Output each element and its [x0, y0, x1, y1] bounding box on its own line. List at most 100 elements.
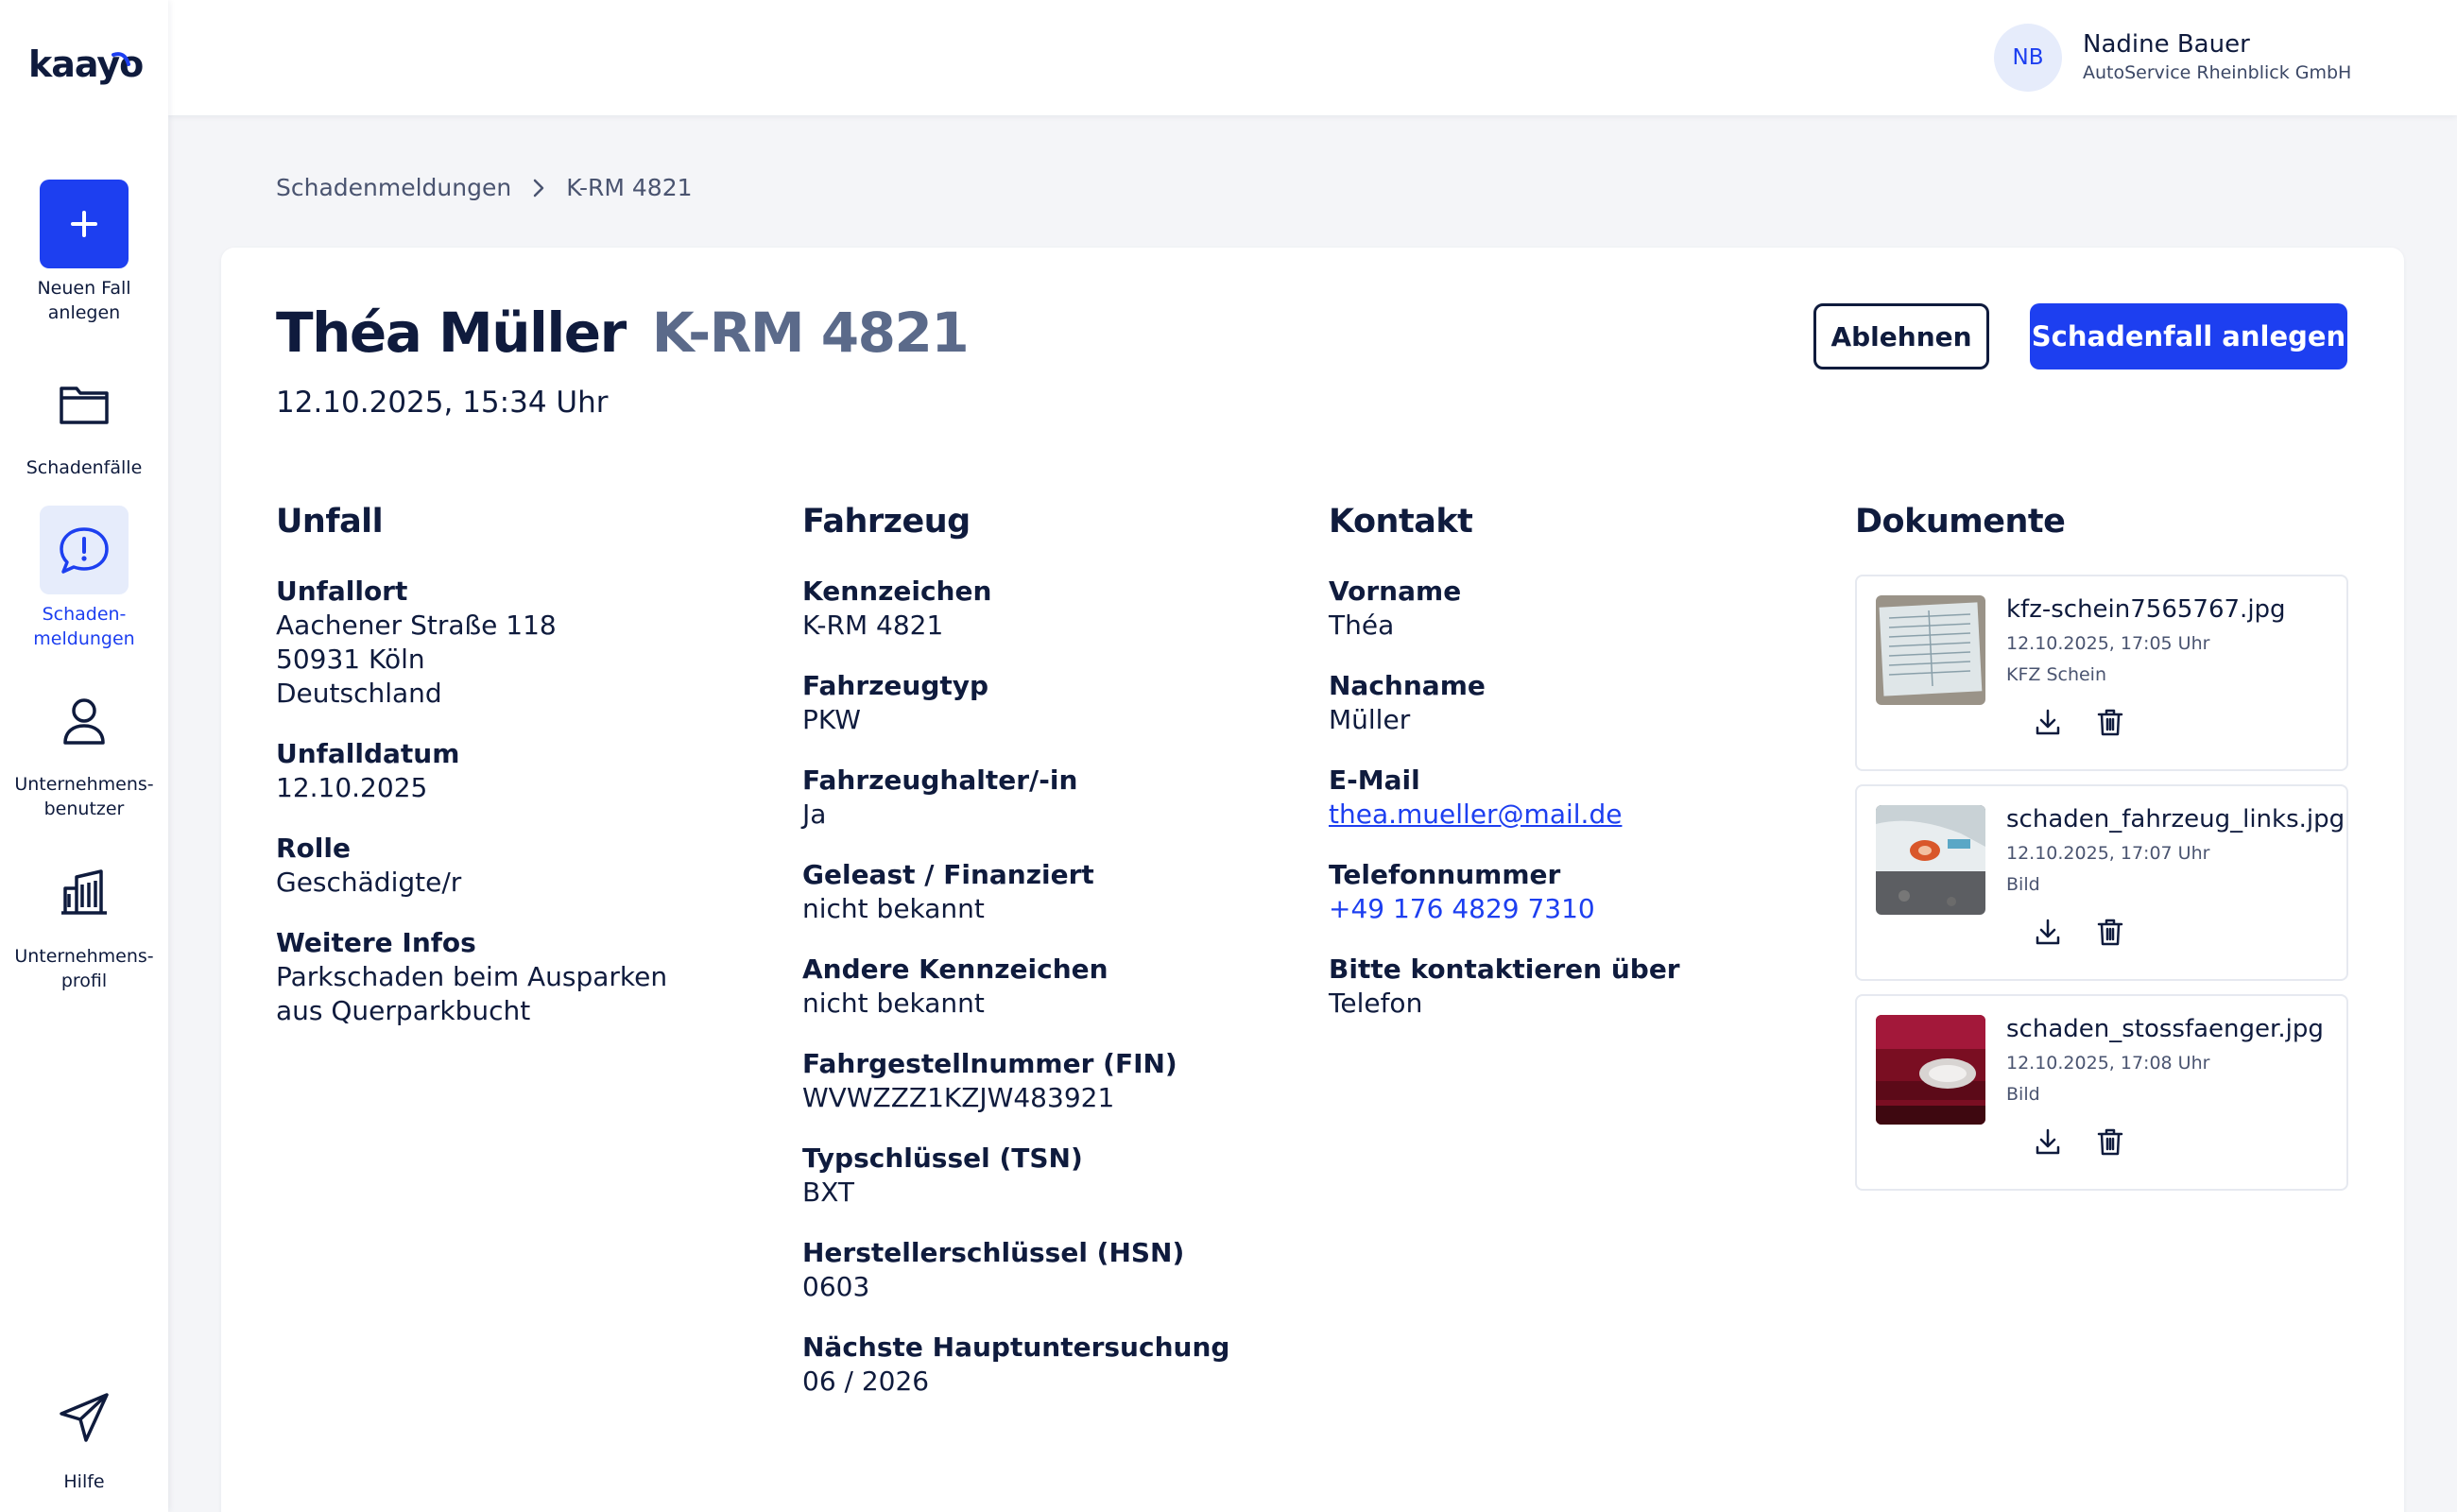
building-icon [61, 869, 107, 915]
document-date: 12.10.2025, 17:05 Uhr [2006, 633, 2210, 654]
document-item[interactable]: kfz-schein7565767.jpg 12.10.2025, 17:05 … [1855, 575, 2348, 771]
sidebar-item-schadenfaelle[interactable]: Schadenfälle [0, 359, 168, 480]
field-label: Fahrzeugtyp [802, 670, 989, 701]
field-andere-kennzeichen: Andere Kennzeichen nicht bekannt [802, 953, 1275, 1021]
sidebar-item-new-case[interactable]: Neuen Fall anlegen [0, 180, 168, 325]
user-name: Nadine Bauer [2083, 30, 2250, 59]
field-nachname: Nachname Müller [1329, 669, 1801, 737]
phone-link[interactable]: +49 176 4829 7310 [1329, 892, 1801, 926]
trash-icon [2097, 709, 2123, 736]
field-value: nicht bekannt [802, 893, 985, 924]
field-fahrzeugtyp: Fahrzeugtyp PKW [802, 669, 1275, 737]
sidebar-item-label: Neuen Fall anlegen [37, 278, 131, 323]
sidebar-item-unternehmensbenutzer[interactable]: Unternehmens- benutzer [0, 676, 168, 821]
field-unfalldatum: Unfalldatum 12.10.2025 [276, 737, 748, 805]
document-item[interactable]: schaden_stossfaenger.jpg 12.10.2025, 17:… [1855, 994, 2348, 1191]
field-label: Vorname [1329, 576, 1462, 607]
download-button[interactable] [2031, 915, 2065, 949]
page-title: Théa Müller K-RM 4821 [276, 301, 970, 365]
field-label: Bitte kontaktieren über [1329, 954, 1680, 985]
field-value: Telefon [1329, 988, 1423, 1019]
section-heading: Unfall [276, 503, 384, 541]
section-unfall: Unfall Unfallort Aachener Straße 118 509… [276, 503, 748, 1055]
sidebar-item-unternehmensprofil[interactable]: Unternehmens- profil [0, 848, 168, 993]
alert-speech-bubble-icon [60, 527, 109, 574]
field-label: Nächste Hauptuntersuchung [802, 1332, 1230, 1363]
field-kennzeichen: Kennzeichen K-RM 4821 [802, 575, 1275, 643]
document-name[interactable]: kfz-schein7565767.jpg [2006, 595, 2286, 624]
field-value: 12.10.2025 [276, 772, 428, 803]
report-datetime: 12.10.2025, 15:34 Uhr [276, 386, 609, 420]
document-thumbnail-car-side[interactable] [1876, 805, 1985, 915]
document-name[interactable]: schaden_stossfaenger.jpg [2006, 1015, 2324, 1043]
reject-button[interactable]: Ablehnen [1813, 303, 1989, 369]
field-label: Telefonnummer [1329, 859, 1561, 890]
section-fahrzeug: Fahrzeug Kennzeichen K-RM 4821 Fahrzeugt… [802, 503, 1275, 1425]
document-name[interactable]: schaden_fahrzeug_links.jpg [2006, 805, 2345, 833]
create-claim-button[interactable]: Schadenfall anlegen [2030, 303, 2347, 369]
section-heading: Fahrzeug [802, 503, 971, 541]
field-vorname: Vorname Théa [1329, 575, 1801, 643]
sidebar: kaayo Neuen Fall anlegen Schadenfälle Sc… [0, 0, 168, 1512]
user-company: AutoService Rheinblick GmbH [2083, 62, 2352, 83]
field-value: WVWZZZ1KZJW483921 [802, 1082, 1115, 1113]
field-label: Fahrzeughalter/-in [802, 765, 1078, 796]
download-icon [2036, 919, 2060, 945]
field-value: Müller [1329, 704, 1411, 735]
delete-button[interactable] [2093, 915, 2127, 949]
download-icon [2036, 709, 2060, 735]
document-date: 12.10.2025, 17:07 Uhr [2006, 843, 2210, 864]
field-telefonnummer: Telefonnummer +49 176 4829 7310 [1329, 858, 1801, 926]
field-label: Kennzeichen [802, 576, 992, 607]
top-bar: NB Nadine Bauer AutoService Rheinblick G… [168, 0, 2457, 115]
user-icon [63, 698, 105, 745]
report-detail-card: Théa Müller K-RM 4821 12.10.2025, 15:34 … [221, 248, 2404, 1512]
field-label: Nachname [1329, 670, 1486, 701]
field-label: E-Mail [1329, 765, 1420, 796]
new-case-button[interactable] [40, 180, 129, 268]
field-hsn: Herstellerschlüssel (HSN) 0603 [802, 1236, 1275, 1304]
document-type: KFZ Schein [2006, 664, 2107, 685]
sidebar-item-schadenmeldungen[interactable]: Schaden- meldungen [0, 506, 168, 651]
document-date: 12.10.2025, 17:08 Uhr [2006, 1053, 2210, 1074]
document-item[interactable]: schaden_fahrzeug_links.jpg 12.10.2025, 1… [1855, 784, 2348, 981]
field-value: nicht bekannt [802, 988, 985, 1019]
field-value: Théa [1329, 610, 1395, 641]
claimant-name: Théa Müller [276, 301, 627, 365]
field-value: Parkschaden beim Ausparken aus Querparkb… [276, 961, 668, 1026]
download-button[interactable] [2031, 1125, 2065, 1159]
document-thumbnail-vehicle-registration[interactable] [1876, 595, 1985, 705]
sidebar-item-label: Unternehmens- benutzer [14, 774, 154, 819]
field-hauptuntersuchung: Nächste Hauptuntersuchung 06 / 2026 [802, 1331, 1275, 1399]
download-button[interactable] [2031, 705, 2065, 739]
paper-plane-icon [60, 1393, 109, 1442]
field-label: Fahrgestellnummer (FIN) [802, 1048, 1177, 1079]
field-kontakt-ueber: Bitte kontaktieren über Telefon [1329, 953, 1801, 1021]
section-kontakt: Kontakt Vorname Théa Nachname Müller E-M… [1329, 503, 1801, 1047]
document-thumbnail-bumper[interactable] [1876, 1015, 1985, 1125]
folder-icon [60, 387, 109, 424]
document-type: Bild [2006, 1084, 2040, 1105]
email-link[interactable]: thea.mueller@mail.de [1329, 798, 1801, 832]
delete-button[interactable] [2093, 1125, 2127, 1159]
field-fin: Fahrgestellnummer (FIN) WVWZZZ1KZJW48392… [802, 1047, 1275, 1115]
field-label: Unfalldatum [276, 738, 460, 769]
field-label: Andere Kennzeichen [802, 954, 1108, 985]
sidebar-item-label: Schadenfälle [26, 457, 143, 478]
trash-icon [2097, 919, 2123, 946]
avatar[interactable]: NB [1994, 24, 2062, 92]
field-value: Ja [802, 799, 827, 830]
breadcrumb-link-schadenmeldungen[interactable]: Schadenmeldungen [276, 174, 511, 201]
delete-button[interactable] [2093, 705, 2127, 739]
field-weitere-infos: Weitere Infos Parkschaden beim Ausparken… [276, 926, 748, 1028]
field-label: Rolle [276, 833, 351, 864]
field-label: Geleast / Finanziert [802, 859, 1094, 890]
field-unfallort: Unfallort Aachener Straße 118 50931 Köln… [276, 575, 748, 711]
section-heading: Dokumente [1855, 503, 2066, 541]
field-geleast-finanziert: Geleast / Finanziert nicht bekannt [802, 858, 1275, 926]
plus-icon [71, 211, 97, 237]
sidebar-item-hilfe[interactable]: Hilfe [0, 1373, 168, 1494]
field-label: Herstellerschlüssel (HSN) [802, 1237, 1185, 1268]
logo-arc-icon [112, 52, 130, 66]
trash-icon [2097, 1128, 2123, 1156]
